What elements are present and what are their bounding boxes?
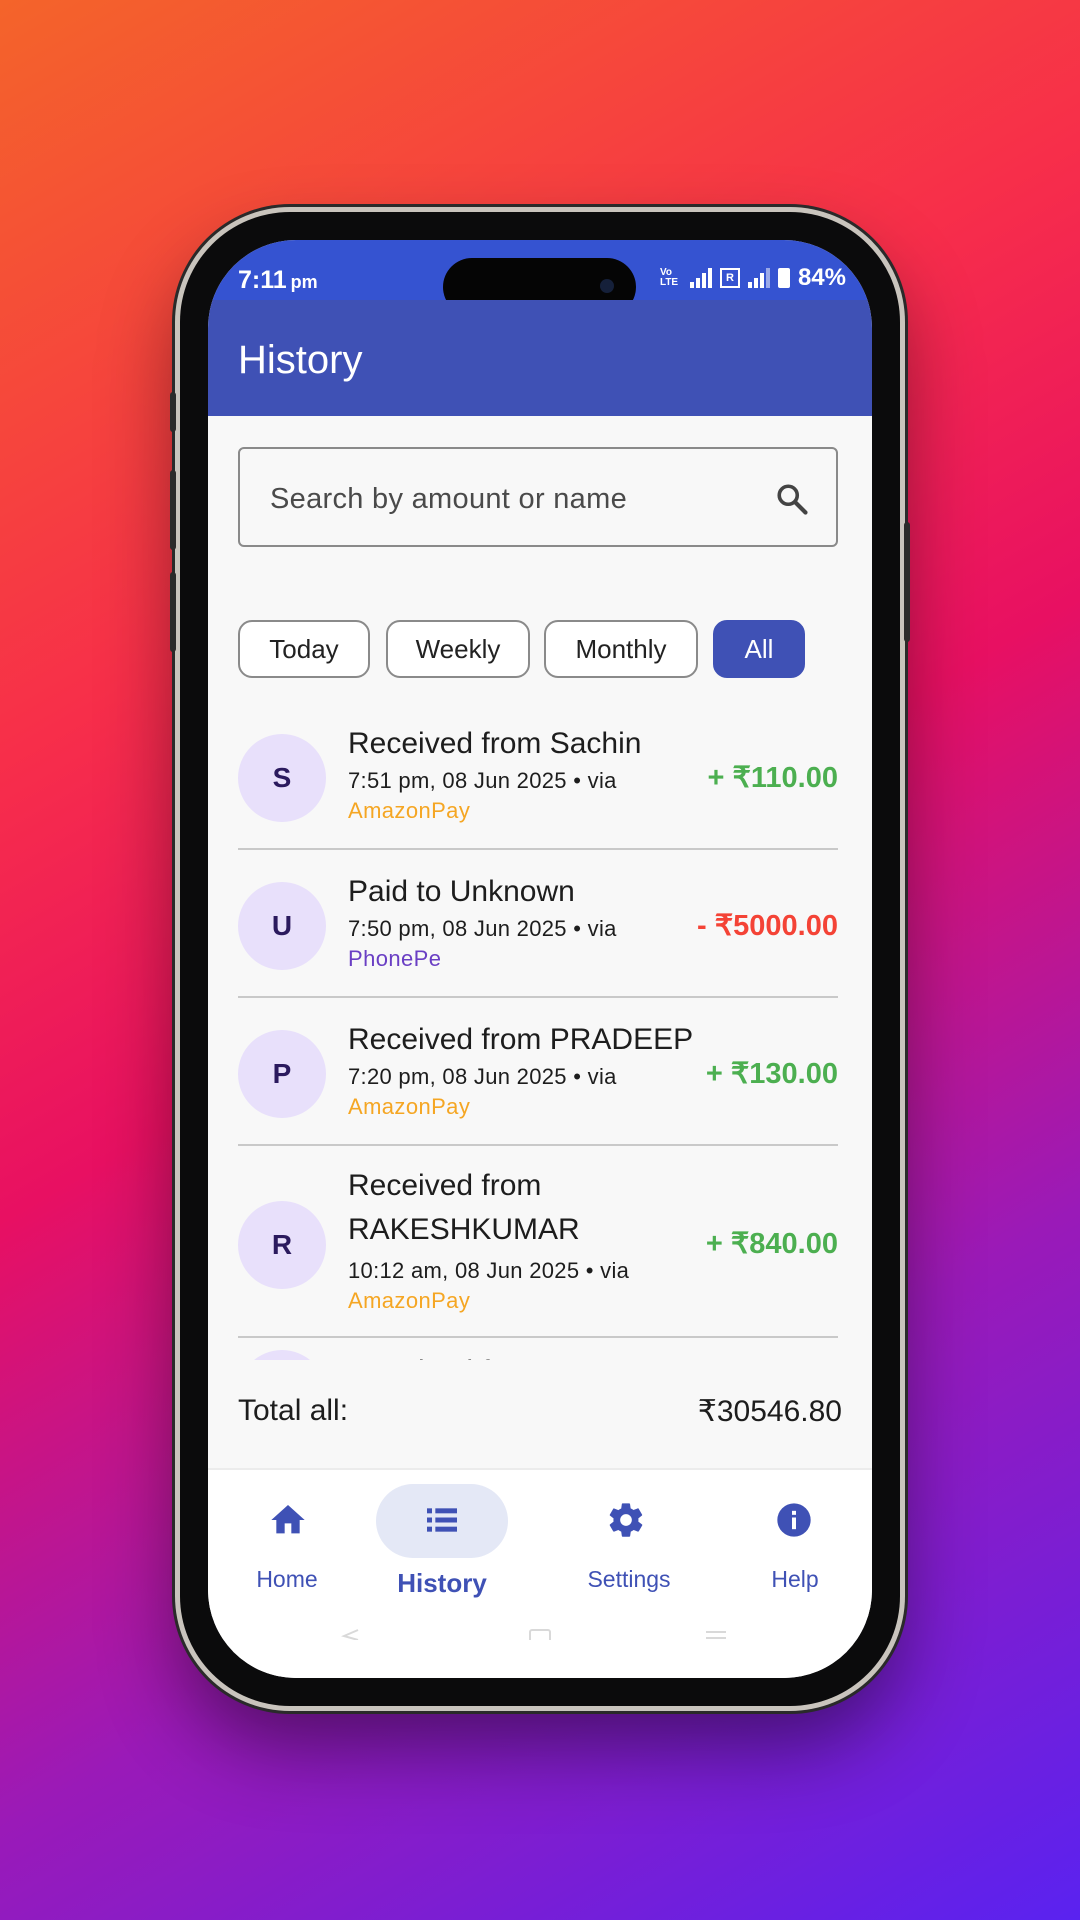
avatar: S <box>238 734 326 822</box>
total-bar: Total all: ₹30546.80 <box>208 1360 872 1470</box>
avatar: P <box>238 1030 326 1118</box>
transaction-title: Received from PRADEEP <box>348 1023 694 1056</box>
bottom-nav: Home History Settings Help <box>208 1468 872 1678</box>
transaction-amount: + ₹840.00 <box>705 1228 838 1260</box>
transaction-title: Paid to Unknown <box>348 875 575 908</box>
transaction-title: Received from RAKESHKUMAR <box>348 1169 580 1246</box>
transaction-meta: 7:50 pm, 08 Jun 2025 • via <box>348 916 617 941</box>
payment-app: AmazonPay <box>348 1288 471 1313</box>
nav-history[interactable]: History <box>374 1470 544 1600</box>
avatar: U <box>238 882 326 970</box>
gear-icon <box>609 1503 643 1537</box>
home-icon <box>271 1505 305 1534</box>
transaction-title: Received from KAUSHIK <box>348 1350 708 1360</box>
volte-indicator: Vo LTE <box>659 267 679 288</box>
filter-today[interactable]: Today <box>238 620 370 678</box>
payment-app: PhonePe <box>348 946 442 971</box>
battery-icon <box>777 268 790 288</box>
phone-frame: 7:11 pm Vo LTE R 84% History Search by am… <box>170 212 910 1706</box>
filter-weekly[interactable]: Weekly <box>386 620 530 678</box>
avatar: K <box>238 1350 326 1360</box>
avatar: R <box>238 1201 326 1289</box>
power-button <box>904 522 910 642</box>
battery-percent: 84% <box>797 264 846 291</box>
filter-all[interactable]: All <box>713 620 805 678</box>
search-icon[interactable] <box>774 481 810 517</box>
signal-icon-2 <box>747 268 770 288</box>
transaction-title: Received from Sachin <box>348 727 642 760</box>
signal-icon <box>689 268 712 288</box>
filter-monthly[interactable]: Monthly <box>544 620 698 678</box>
nav-label-settings: Settings <box>587 1566 671 1592</box>
system-gesture-bar <box>208 1620 872 1645</box>
transaction-amount: + ₹130.00 <box>705 1058 838 1090</box>
info-icon <box>777 1503 811 1537</box>
page-title: History <box>238 338 363 382</box>
search-input[interactable]: Search by amount or name <box>238 447 838 547</box>
action-button <box>170 392 176 432</box>
total-label: Total all: <box>238 1394 349 1427</box>
nav-label-history: History <box>397 1568 487 1598</box>
transaction-row-partial[interactable]: K Received from KAUSHIK <box>238 1346 838 1360</box>
transaction-list[interactable]: S Received from Sachin 7:51 pm, 08 Jun 2… <box>238 710 838 1360</box>
nav-settings[interactable]: Settings <box>548 1470 708 1600</box>
transaction-meta: 7:20 pm, 08 Jun 2025 • via <box>348 1064 617 1089</box>
volume-up-button <box>170 470 176 550</box>
nav-home[interactable]: Home <box>208 1470 358 1600</box>
transaction-meta: 7:51 pm, 08 Jun 2025 • via <box>348 768 617 793</box>
total-value: ₹30546.80 <box>697 1395 842 1428</box>
app-bar: History <box>208 300 872 416</box>
transaction-row[interactable]: P Received from PRADEEP 7:20 pm, 08 Jun … <box>238 1006 838 1146</box>
search-placeholder: Search by amount or name <box>270 483 627 515</box>
transaction-row[interactable]: U Paid to Unknown 7:50 pm, 08 Jun 2025 •… <box>238 858 838 998</box>
status-time: 7:11 pm <box>238 266 318 294</box>
list-icon <box>427 1508 457 1532</box>
transaction-row[interactable]: S Received from Sachin 7:51 pm, 08 Jun 2… <box>238 710 838 850</box>
nav-help[interactable]: Help <box>718 1470 872 1600</box>
nav-label-help: Help <box>771 1566 819 1592</box>
roaming-badge: R <box>719 268 740 288</box>
front-camera <box>600 279 614 293</box>
volume-down-button <box>170 572 176 652</box>
status-icons: Vo LTE R 84% <box>660 264 846 292</box>
transaction-amount: + ₹110.00 <box>707 762 838 794</box>
transaction-meta: 10:12 am, 08 Jun 2025 • via <box>348 1258 630 1283</box>
payment-app: AmazonPay <box>348 1094 471 1119</box>
app-screen: 7:11 pm Vo LTE R 84% History Search by am… <box>208 240 872 1678</box>
transaction-row[interactable]: R Received from RAKESHKUMAR 10:12 am, 08… <box>238 1154 838 1338</box>
payment-app: AmazonPay <box>348 798 471 823</box>
nav-label-home: Home <box>256 1566 318 1592</box>
transaction-amount: - ₹5000.00 <box>697 910 838 942</box>
system-nav-icons <box>341 1629 726 1645</box>
